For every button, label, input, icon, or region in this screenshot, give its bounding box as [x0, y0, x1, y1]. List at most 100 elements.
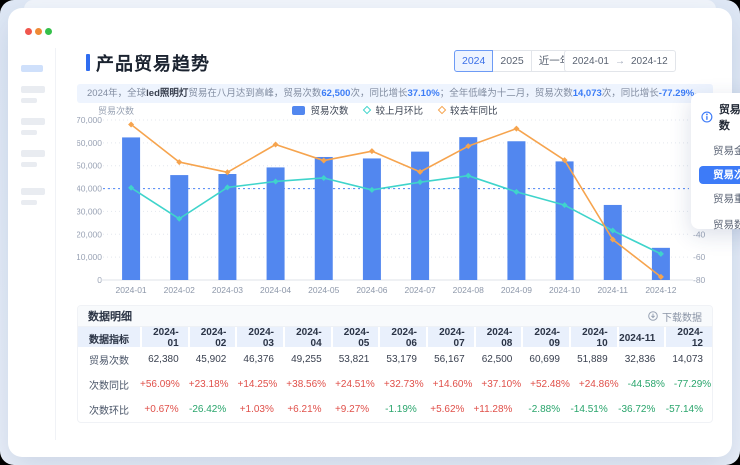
screen: 产品贸易趋势 2024 2025 近一年 2024-01 → 2024-12 202… [0, 0, 740, 465]
table-header-row: 数据指标 2024-01 2024-02 2024-03 2024-04 2024-05 2… [78, 327, 712, 349]
bar-2024-06[interactable] [362, 158, 381, 280]
table-cell: +24.86% [578, 379, 619, 390]
date-range-end: 2024-12 [631, 55, 668, 67]
table-cell: -77.29% [673, 379, 712, 390]
table-cell: +56.09% [140, 379, 180, 390]
sidebar-item[interactable] [21, 200, 37, 205]
table-cell: 45,902 [195, 354, 227, 365]
year-filter-button[interactable]: 2024 [454, 50, 494, 72]
x-axis-label: 2024-03 [212, 285, 243, 295]
x-axis-label: 2024-07 [404, 285, 435, 295]
legend-item[interactable]: 贸易次数 [292, 103, 348, 117]
sidebar-item[interactable] [21, 118, 45, 125]
row-label: 贸易次数 [89, 356, 129, 367]
table-cell: +52.48% [530, 379, 570, 390]
summary-segment: 次，同比增长 [601, 88, 659, 99]
zoom-window-icon[interactable] [45, 28, 52, 35]
table-cell: +24.51% [335, 379, 375, 390]
right-axis-label: -80 [693, 275, 706, 285]
window-controls [25, 28, 52, 35]
table-cell: +38.56% [286, 379, 327, 390]
table-cell: 49,255 [291, 354, 322, 365]
legend-bar-marker-icon [292, 105, 306, 115]
metric-option[interactable]: 贸易金额 [691, 140, 740, 162]
metric-dropdown-trigger[interactable]: 贸易次数 [691, 101, 740, 140]
table-cell: +23.18% [188, 379, 229, 390]
table-row: 次数同比 +56.09% +23.18% +14.25% +38.56% +24.51% +… [78, 372, 712, 397]
legend-item[interactable]: 较上月环比 [363, 103, 423, 117]
trend-chart: 贸易次数 贸易次数 较上月环比 较去年同比 0 10,000 20,000 30,000 4… [76, 103, 713, 300]
bar-2024-01[interactable] [122, 137, 141, 280]
date-range-picker[interactable]: 2024-01 → 2024-12 [564, 50, 676, 72]
year-filter-group: 2024 2025 近一年 [454, 50, 579, 72]
summary-segment: 37.10% [407, 88, 440, 99]
x-axis-label: 2024-10 [549, 285, 580, 295]
column-header: 2024-09 [521, 327, 569, 349]
summary-segment: -77.29% [658, 88, 695, 99]
sidebar-item-active[interactable] [21, 65, 43, 72]
column-header: 2024-10 [569, 327, 617, 349]
x-axis-label: 2024-02 [164, 285, 195, 295]
table-cell: 32,836 [624, 354, 656, 365]
legend-diamond-marker-icon [437, 105, 447, 115]
table-section-title: 数据明细 [88, 311, 132, 323]
sidebar-item[interactable] [21, 150, 45, 157]
table-cell: -14.51% [570, 404, 608, 415]
table-cell: 51,889 [577, 354, 608, 365]
column-header-indicator: 数据指标 [89, 334, 129, 346]
table-cell: +6.21% [287, 404, 322, 415]
sidebar-item[interactable] [21, 130, 37, 135]
close-window-icon[interactable] [25, 28, 32, 35]
table-row: 贸易次数 62,380 45,902 46,376 49,255 53,821 53,179… [78, 347, 712, 372]
download-data-button[interactable]: 下载数据 [648, 309, 702, 324]
column-header: 2024-01 [140, 327, 188, 349]
bar-2024-08[interactable] [459, 137, 478, 280]
bar-2024-09[interactable] [507, 141, 526, 280]
row-label: 次数环比 [89, 406, 129, 417]
metric-option[interactable]: 贸易重量 [691, 188, 740, 210]
minimize-window-icon[interactable] [35, 28, 42, 35]
point-较去年同比-2024-06[interactable] [368, 148, 375, 155]
column-header: 2024-12 [664, 327, 712, 349]
table-cell: +1.03% [239, 404, 274, 415]
table-cell: 60,699 [529, 354, 560, 365]
download-icon [648, 311, 658, 321]
year-filter-button[interactable]: 2025 [492, 50, 532, 72]
metric-option[interactable]: 贸易数量 [691, 214, 740, 236]
left-axis-label: 20,000 [77, 229, 102, 239]
summary-segment: 2024年，全球 [87, 88, 147, 99]
left-axis-label: 60,000 [77, 138, 102, 148]
bar-2024-10[interactable] [555, 161, 574, 280]
table-section-header: 数据明细 下载数据 [78, 306, 712, 327]
sidebar-item[interactable] [21, 162, 37, 167]
selected-metric-label: 贸易次数 [718, 104, 740, 132]
metric-option-selected[interactable]: 贸易次数 [699, 166, 740, 184]
table-cell: 62,380 [148, 354, 179, 365]
left-axis-label: 10,000 [77, 252, 102, 262]
table-cell: -1.19% [385, 404, 417, 415]
left-axis-label: 40,000 [77, 184, 102, 194]
summary-banner: 2024年，全球led照明灯贸易在八月达到高峰，贸易次数62,500次，同比增长… [77, 84, 713, 103]
x-axis-label: 2024-01 [115, 285, 146, 295]
title-accent-bar [86, 54, 90, 71]
summary-segment: ；全年低峰为十二月，贸易次数 [439, 88, 573, 99]
sidebar-item[interactable] [21, 86, 45, 93]
table-cell: 14,073 [672, 354, 703, 365]
table-cell: +0.67% [144, 404, 179, 415]
legend-label: 较上月环比 [375, 106, 423, 117]
sidebar-skeleton [18, 48, 56, 440]
summary-segment: 62,500 [321, 88, 351, 99]
table-cell: 62,500 [481, 354, 513, 365]
legend-item[interactable]: 较去年同比 [437, 103, 498, 117]
date-range-start: 2024-01 [572, 55, 609, 67]
bar-2024-02[interactable] [170, 175, 189, 280]
chart-canvas: 010,00020,00030,00040,00050,00060,00070,… [76, 115, 706, 295]
sidebar-item[interactable] [21, 188, 45, 195]
sidebar-item[interactable] [21, 98, 37, 103]
table-cell: -44.58% [627, 379, 665, 390]
x-axis-label: 2024-12 [645, 285, 676, 295]
table-cell: -26.42% [189, 404, 227, 415]
table-cell: -57.14% [665, 404, 703, 415]
table-cell: 46,376 [243, 354, 274, 365]
x-axis-label: 2024-06 [356, 285, 387, 295]
